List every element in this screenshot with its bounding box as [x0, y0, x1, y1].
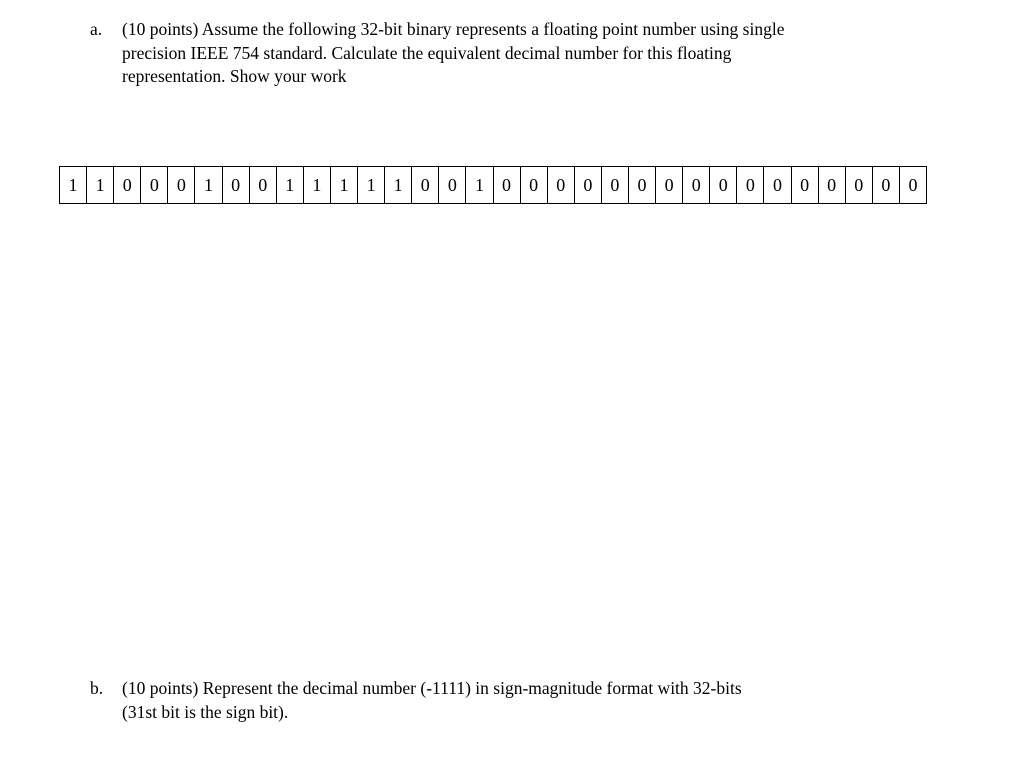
bit-cell-4: 0 — [167, 166, 196, 204]
bit-cell-5: 1 — [194, 166, 223, 204]
bit-cell-7: 0 — [248, 166, 277, 204]
bit-cell-18: 0 — [546, 166, 575, 204]
bit-cell-8: 1 — [275, 166, 304, 204]
document-page: a. (10 points) Assume the following 32-b… — [0, 0, 1010, 782]
bit-cell-3: 0 — [140, 166, 169, 204]
bit-cell-1: 1 — [86, 166, 115, 204]
bit-cell-11: 1 — [357, 166, 386, 204]
bit-cell-29: 0 — [844, 166, 873, 204]
bit-cell-30: 0 — [871, 166, 900, 204]
bit-table-container: 1 1 0 0 0 1 0 0 1 1 1 1 1 0 0 1 0 0 0 0 … — [58, 166, 928, 204]
question-b-line-1: (10 points) Represent the decimal number… — [122, 678, 742, 698]
bit-cell-2: 0 — [113, 166, 142, 204]
bit-cell-13: 0 — [411, 166, 440, 204]
bit-cell-6: 0 — [221, 166, 250, 204]
bit-cell-10: 1 — [329, 166, 359, 204]
bit-cell-20: 0 — [600, 166, 629, 204]
bit-cell-15: 1 — [465, 166, 494, 204]
question-a: a. (10 points) Assume the following 32-b… — [90, 18, 925, 89]
bit-cell-28: 0 — [817, 166, 846, 204]
bit-cell-23: 0 — [682, 166, 711, 204]
question-b-text: (10 points) Represent the decimal number… — [122, 677, 925, 724]
binary-bit-table: 1 1 0 0 0 1 0 0 1 1 1 1 1 0 0 1 0 0 0 0 … — [58, 166, 928, 204]
bit-cell-21: 0 — [627, 166, 657, 204]
bit-cell-16: 0 — [492, 166, 521, 204]
bit-cell-19: 0 — [573, 166, 602, 204]
question-a-marker: a. — [90, 19, 103, 39]
bit-cell-26: 0 — [763, 166, 792, 204]
question-b-line-2: (31st bit is the sign bit). — [122, 701, 289, 722]
question-a-line-1: (10 points) Assume the following 32-bit … — [122, 19, 785, 39]
bit-cell-31: 0 — [898, 166, 928, 204]
question-a-text: (10 points) Assume the following 32-bit … — [122, 18, 925, 89]
bit-cell-0: 1 — [58, 166, 88, 204]
bit-cell-27: 0 — [790, 166, 819, 204]
question-a-line-2: precision IEEE 754 standard. Calculate t… — [122, 42, 732, 63]
bit-cell-22: 0 — [655, 166, 684, 204]
bit-cell-14: 0 — [438, 166, 467, 204]
question-a-line-3: representation. Show your work — [122, 66, 347, 86]
question-b: b. (10 points) Represent the decimal num… — [90, 677, 925, 724]
bit-cell-17: 0 — [519, 166, 548, 204]
bit-cell-12: 1 — [384, 166, 413, 204]
bit-cell-9: 1 — [302, 166, 331, 204]
bit-cell-24: 0 — [709, 166, 738, 204]
bit-cell-25: 0 — [736, 166, 765, 204]
table-row: 1 1 0 0 0 1 0 0 1 1 1 1 1 0 0 1 0 0 0 0 … — [58, 166, 928, 204]
question-b-marker: b. — [90, 678, 104, 698]
